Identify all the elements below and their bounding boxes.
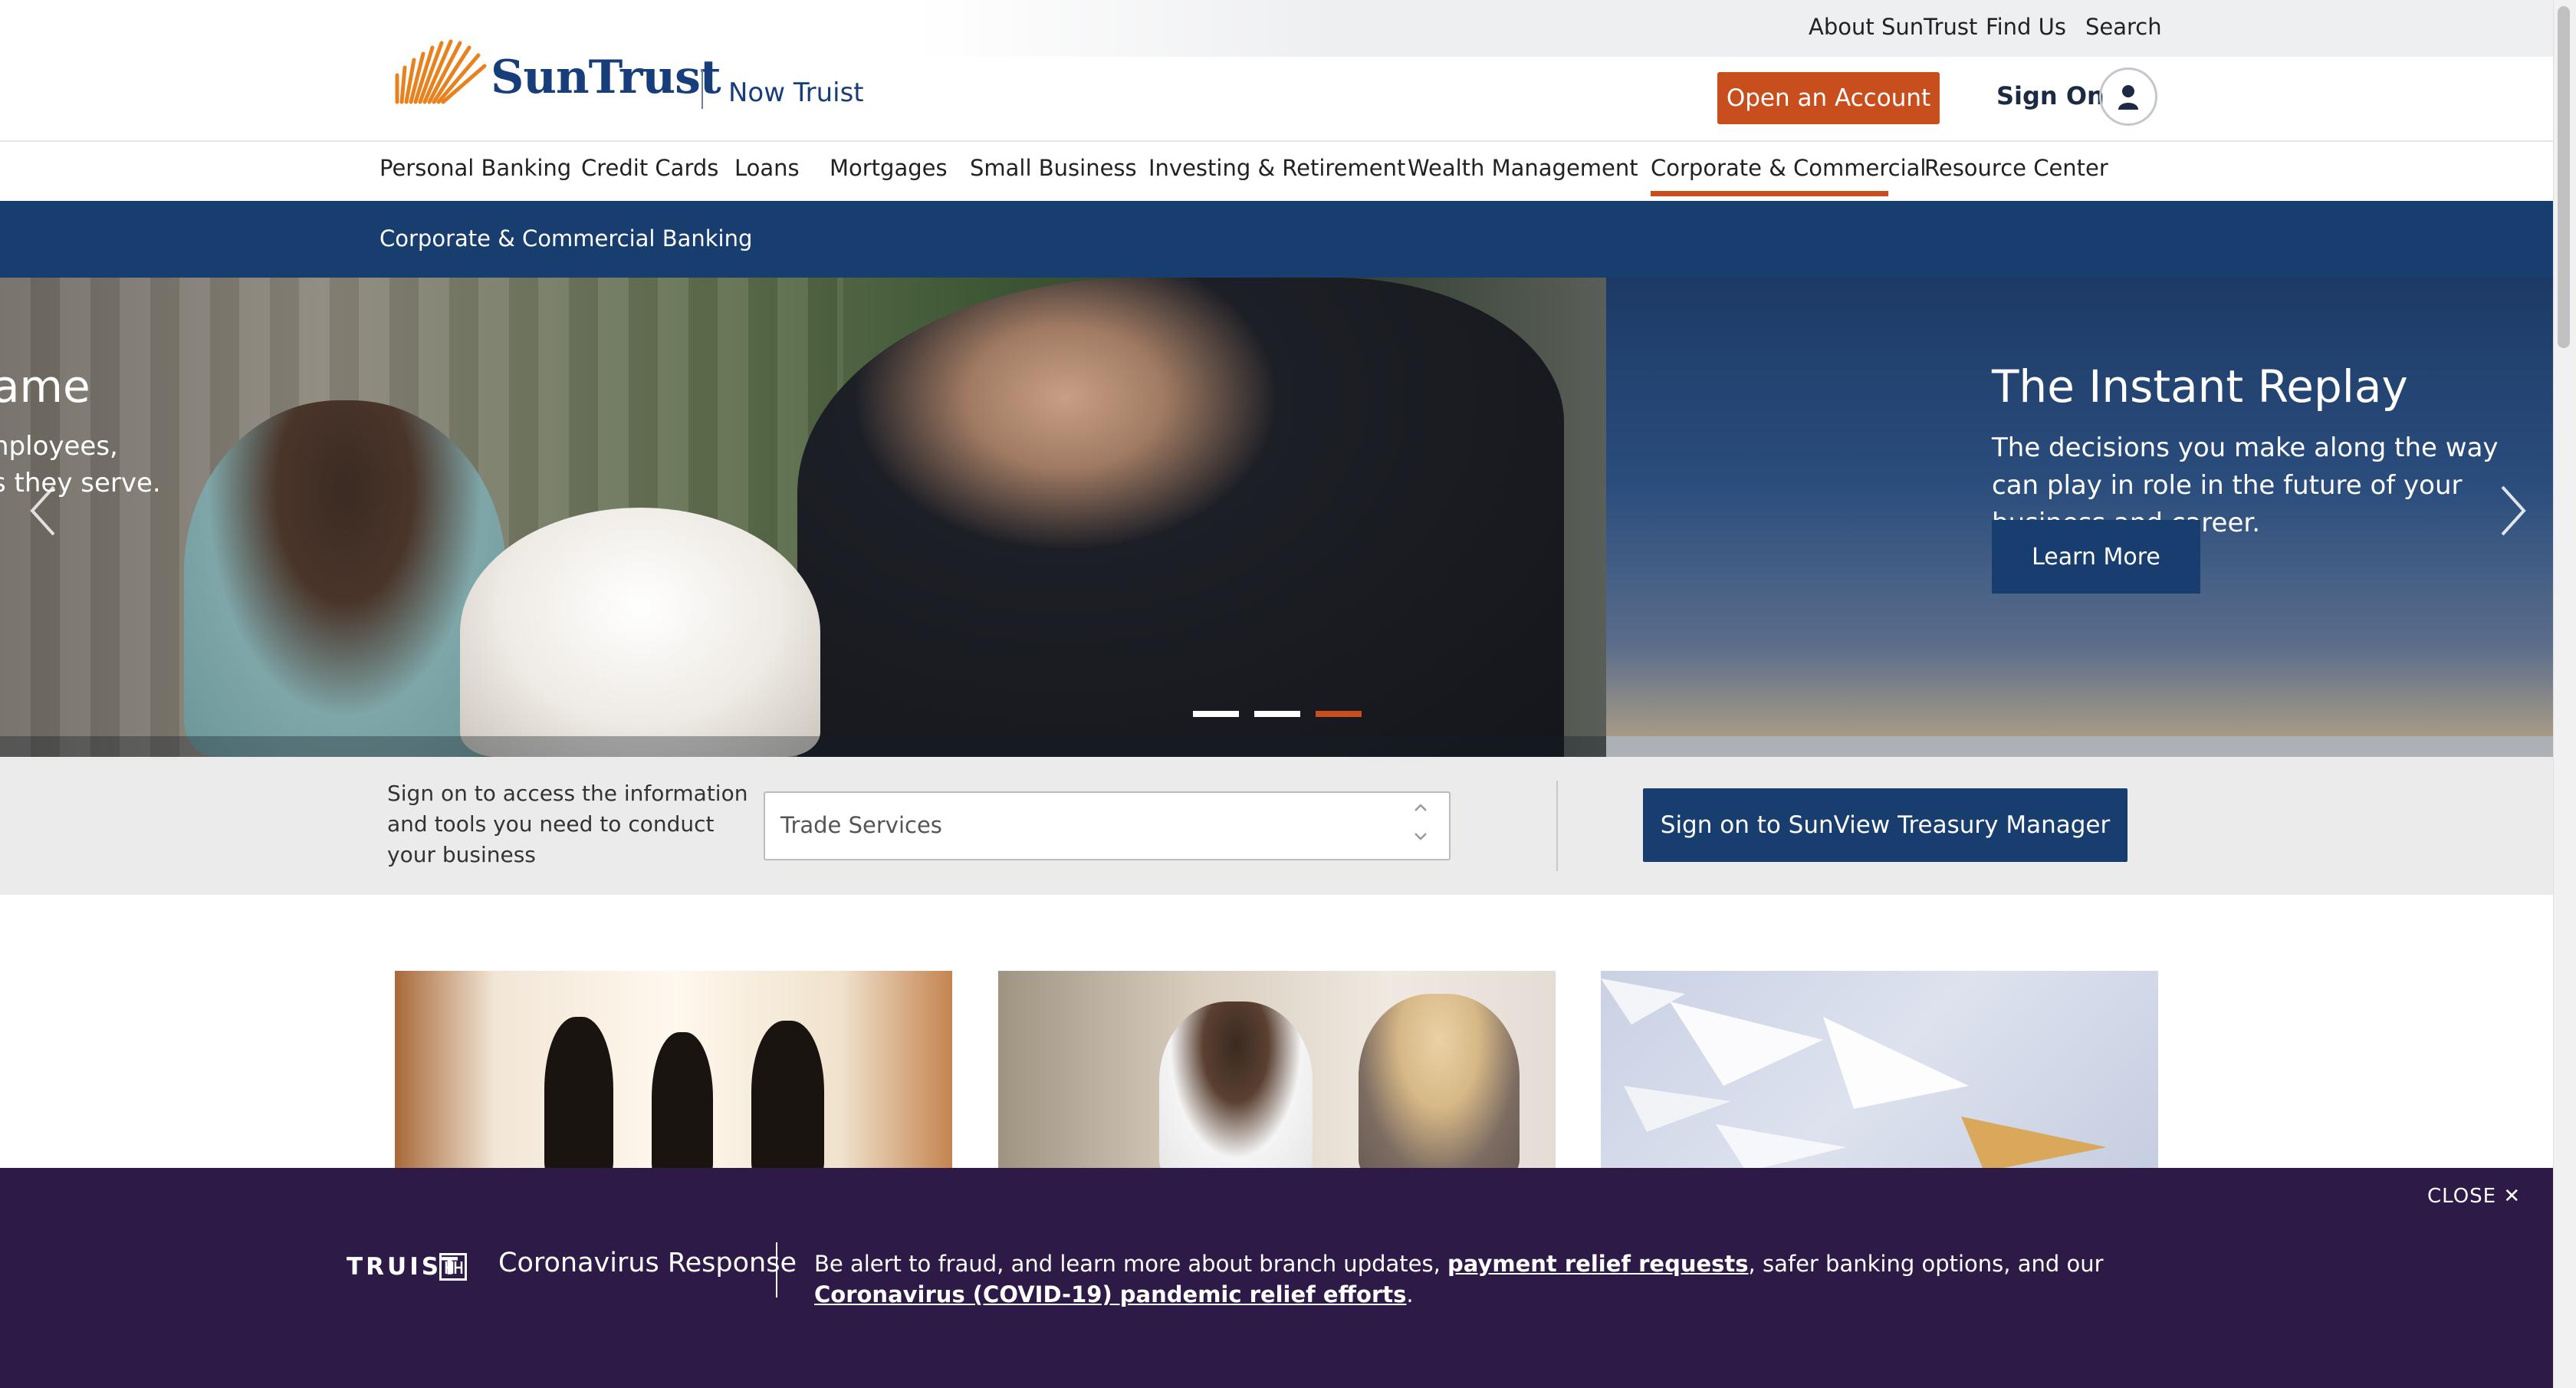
coronavirus-response-title: Coronavirus Response xyxy=(498,1248,797,1278)
previous-slide-title: ame xyxy=(0,360,90,413)
hero-photo xyxy=(0,278,1606,757)
content-card-paper-planes[interactable] xyxy=(1601,971,2158,1172)
content-card-business-meeting[interactable] xyxy=(395,971,952,1172)
nav-small-business[interactable]: Small Business xyxy=(970,155,1137,181)
nav-corporate-commercial[interactable]: Corporate & Commercial xyxy=(1651,155,1926,181)
close-icon: ✕ xyxy=(2503,1185,2522,1208)
paper-planes-illustration xyxy=(1601,979,2107,1172)
hero-photo-man xyxy=(797,278,1564,757)
truist-mark-icon xyxy=(439,1253,467,1281)
covid-divider xyxy=(776,1242,777,1298)
user-icon xyxy=(2118,85,2138,110)
find-us-link[interactable]: Find Us xyxy=(1986,14,2066,40)
nav-active-indicator xyxy=(1651,191,1888,196)
signon-divider xyxy=(1556,781,1558,871)
banner-close-button[interactable]: CLOSE ✕ xyxy=(2427,1185,2521,1208)
payment-relief-link[interactable]: payment relief requests xyxy=(1447,1251,1749,1277)
carousel-dot-2[interactable] xyxy=(1254,711,1300,717)
logo-divider xyxy=(702,69,703,109)
nav-mortgages[interactable]: Mortgages xyxy=(830,155,948,181)
open-account-button[interactable]: Open an Account xyxy=(1717,72,1940,124)
sunview-signon-button[interactable]: Sign on to SunView Treasury Manager xyxy=(1643,788,2128,862)
nav-loans[interactable]: Loans xyxy=(734,155,800,181)
about-suntrust-link[interactable]: About SunTrust xyxy=(1809,14,1977,40)
covid-message: Be alert to fraud, and learn more about … xyxy=(814,1251,2104,1307)
covid-relief-efforts-link[interactable]: Coronavirus (COVID-19) pandemic relief e… xyxy=(814,1281,1406,1307)
hero-carousel: ame nployees, s they serve. The Instant … xyxy=(0,278,2553,757)
learn-more-button[interactable]: Learn More xyxy=(1992,520,2200,594)
previous-slide-line-2: s they serve. xyxy=(0,468,161,498)
nav-resource-center[interactable]: Resource Center xyxy=(1924,155,2108,181)
hero-photo-woman xyxy=(184,400,506,757)
carousel-next-arrow[interactable] xyxy=(2498,481,2528,552)
utility-bar xyxy=(0,0,2553,57)
nav-credit-cards[interactable]: Credit Cards xyxy=(581,155,718,181)
carousel-prev-arrow[interactable] xyxy=(28,481,58,552)
sign-on-link[interactable]: Sign On xyxy=(1996,81,2104,110)
previous-slide-line-1: nployees, xyxy=(0,431,118,462)
hero-title: The Instant Replay xyxy=(1992,360,2408,413)
now-truist-label: Now Truist xyxy=(728,77,864,108)
suntrust-wordmark[interactable]: SunTrust xyxy=(491,51,721,104)
nav-wealth-management[interactable]: Wealth Management xyxy=(1408,155,1638,181)
nav-personal-banking[interactable]: Personal Banking xyxy=(380,155,571,181)
service-select-value[interactable]: Trade Services xyxy=(780,812,942,838)
hero-photo-dog xyxy=(460,508,820,757)
select-updown-icon xyxy=(1412,800,1429,853)
chevron-left-icon xyxy=(30,485,55,536)
subnav-corporate-commercial-banking[interactable]: Corporate & Commercial Banking xyxy=(380,225,752,252)
chevron-right-icon xyxy=(2501,485,2526,536)
user-avatar-button[interactable] xyxy=(2099,67,2157,126)
nav-investing-retirement[interactable]: Investing & Retirement xyxy=(1148,155,1405,181)
search-link[interactable]: Search xyxy=(2085,14,2162,40)
signon-description: Sign on to access the information and to… xyxy=(387,781,748,867)
hero-bottom-strip xyxy=(0,736,2553,757)
scrollbar-thumb[interactable] xyxy=(2558,6,2570,348)
carousel-dot-3-active[interactable] xyxy=(1316,711,1362,717)
suntrust-sun-logo-icon[interactable] xyxy=(389,29,489,106)
carousel-dot-1[interactable] xyxy=(1193,711,1239,717)
content-card-colleagues[interactable] xyxy=(998,971,1556,1172)
